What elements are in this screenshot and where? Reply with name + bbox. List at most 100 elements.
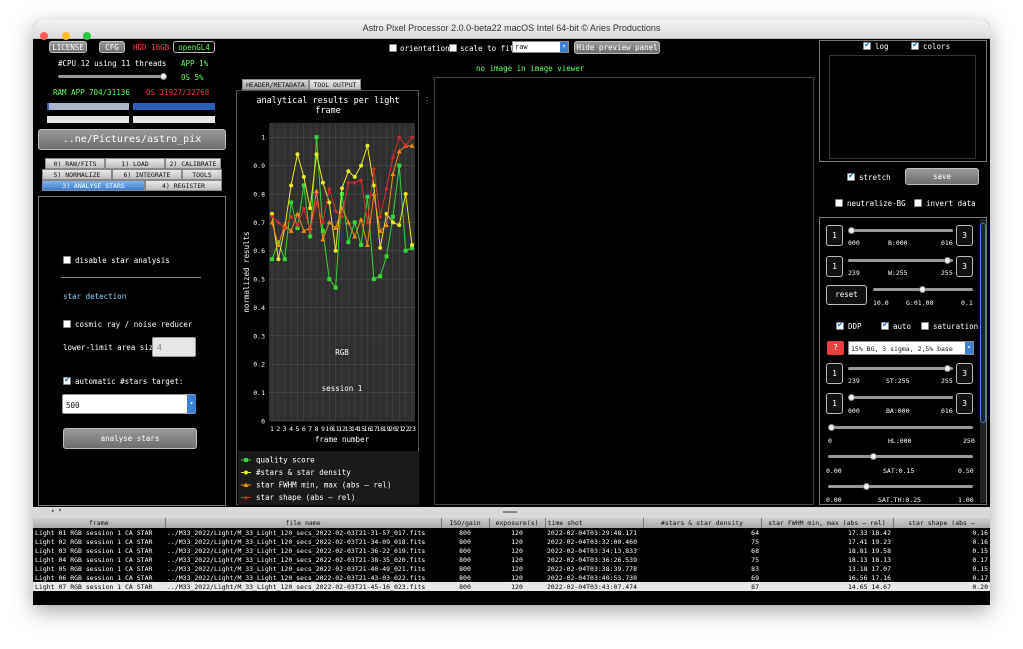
col-iso-gain-cell: 800 [459,537,471,546]
tab-load[interactable]: 1) LOAD [105,158,165,169]
table-row[interactable]: Light 05 RGB session 1 CA STAR ../M33_202… [33,564,990,573]
w-decrease-button[interactable]: 1 [826,256,843,277]
license-button[interactable]: LICENSE [49,41,87,53]
tab-register[interactable]: 4) REGISTER [145,180,222,191]
stars-target-select[interactable]: 500 [62,394,196,414]
table-row[interactable]: Light 03 RGB session 1 CA STAR ../M33_202… [33,546,990,555]
chevron-down-icon[interactable]: ▾ [187,395,196,413]
b-increase-button[interactable]: 3 [956,225,973,246]
col-frame-header[interactable]: frame [33,518,166,528]
image-viewer[interactable] [434,77,814,505]
lower-limit-area-input[interactable]: 4 [152,337,196,357]
hl-slider[interactable] [828,426,973,429]
col-fwhm-header[interactable]: star FWHM min, max (abs — rel) [761,518,894,528]
orientation-checkbox[interactable] [389,44,397,52]
hide-preview-panel-button[interactable]: Hide preview panel [574,41,660,54]
collapse-arrows-icon[interactable]: ▴ ▾ [51,507,62,514]
col-exposure-header[interactable]: exposure(s) [489,518,546,528]
w-increase-button[interactable]: 3 [956,256,973,277]
ba-increase-button[interactable]: 3 [956,393,973,414]
colors-checkbox[interactable] [911,40,919,50]
tab-calibrate[interactable]: 2) CALIBRATE [165,158,221,169]
table-splitter[interactable]: ▴ ▾ [33,507,990,518]
window-title: Astro Pixel Processor 2.0.0-beta22 macOS… [362,23,661,33]
ddp-help-button[interactable]: ? [827,341,844,355]
chevron-down-icon[interactable]: ▾ [965,342,973,354]
ddp-checkbox[interactable] [836,320,844,330]
col-file-name-header[interactable]: file name [165,518,442,528]
zoom-window-button[interactable] [83,32,92,40]
tab-tools[interactable]: TOOLS [182,169,222,180]
sat-threshold-slider-knob[interactable] [863,483,870,490]
threads-slider[interactable] [58,75,166,78]
sat-slider-knob[interactable] [870,453,877,460]
minimize-window-button[interactable] [61,32,70,40]
col-file-name-cell: ../M33_2022/Light/M_33_Light_120_secs_20… [167,537,426,546]
w-slider[interactable] [848,259,953,262]
st-slider-knob[interactable] [944,365,951,372]
x-tick-label: 1 [270,425,274,433]
scale-to-fit-checkbox[interactable] [449,44,457,52]
col-iso-gain-header[interactable]: ISO/gain [441,518,490,528]
ba-decrease-button[interactable]: 1 [826,393,843,414]
table-row[interactable]: Light 04 RGB session 1 CA STAR ../M33_202… [33,555,990,564]
neutralize-bg-checkbox[interactable] [835,199,843,207]
chevron-down-icon[interactable]: ▾ [560,42,568,52]
log-checkbox[interactable] [863,40,871,50]
tab-normalize[interactable]: 5) NORMALIZE [42,169,112,180]
opengl-button[interactable]: openGL4 [173,41,215,53]
sat-slider[interactable] [828,455,973,458]
table-row[interactable]: Light 01 RGB session 1 CA STAR ../M33_202… [33,528,990,537]
tab-tool-output[interactable]: TOOL OUTPUT [309,79,361,90]
tab-integrate[interactable]: 6) INTEGRATE [112,169,182,180]
st-max-label: 255 [941,377,953,385]
col-stars-density-header[interactable]: #stars & star density [643,518,762,528]
ba-slider-knob[interactable] [848,394,855,401]
col-time-shot-header[interactable]: time shot [545,518,644,528]
gamma-slider-knob[interactable] [919,286,926,293]
hl-slider-knob[interactable] [828,424,835,431]
ba-slider[interactable] [848,396,953,399]
analyse-stars-button[interactable]: analyse stars [63,428,197,449]
table-row[interactable]: Light 02 RGB session 1 CA STAR ../M33_202… [33,537,990,546]
splitter-grip-icon[interactable] [503,511,517,513]
b-slider-knob[interactable] [848,227,855,234]
table-row[interactable]: Light 07 RGB session 1 CA STAR ../M33_202… [33,582,990,591]
st-decrease-button[interactable]: 1 [826,363,843,384]
b-decrease-button[interactable]: 1 [826,225,843,246]
stretch-checkbox[interactable] [847,171,855,181]
automatic-stars-target-checkbox[interactable] [63,375,71,385]
invert-data-checkbox[interactable] [914,199,922,207]
right-panel-scrollbar[interactable] [980,219,986,503]
b-slider[interactable] [848,229,953,232]
col-stars-density-cell: 83 [751,564,759,573]
save-button[interactable]: save [905,168,979,185]
ram-app-usage: RAM APP 704/31136 [53,88,130,97]
saturation-checkbox[interactable] [921,322,929,330]
y-tick-label: 1 [261,134,265,142]
tab-raw-fits[interactable]: 0) RAW/FITS [45,158,105,169]
st-slider[interactable] [848,367,953,370]
ddp-preset-select[interactable]: 15% BG, 3 sigma, 2,5% base [848,341,974,355]
col-star-shape-header[interactable]: star shape (abs — [893,518,990,528]
auto-checkbox[interactable] [881,320,889,330]
disable-star-analysis-checkbox[interactable] [63,256,71,264]
close-window-button[interactable] [40,32,48,40]
automatic-stars-target-label: automatic #stars target: [75,377,184,386]
stretch-label: stretch [859,173,891,182]
data-point [320,180,325,185]
w-slider-knob[interactable] [944,257,951,264]
reset-button[interactable]: reset [826,285,867,305]
cosmic-ray-checkbox[interactable] [63,320,71,328]
orientation-label: orientation [400,44,450,53]
tab-header-metadata[interactable]: HEADER/METADATA [242,79,309,90]
cfg-button[interactable]: CFG [99,41,125,53]
st-increase-button[interactable]: 3 [956,363,973,384]
sat-threshold-slider[interactable] [828,485,973,488]
threads-slider-knob[interactable] [160,73,167,80]
col-fwhm-cell: 17.33 18.42 [847,528,891,537]
table-row[interactable]: Light 06 RGB session 1 CA STAR ../M33_202… [33,573,990,582]
working-directory-button[interactable]: ..ne/Pictures/astro_pix [38,129,226,150]
splitter-handle[interactable]: ⋮ [423,96,431,105]
tab-analyse-stars[interactable]: 3) ANALYSE STARS [42,180,145,191]
